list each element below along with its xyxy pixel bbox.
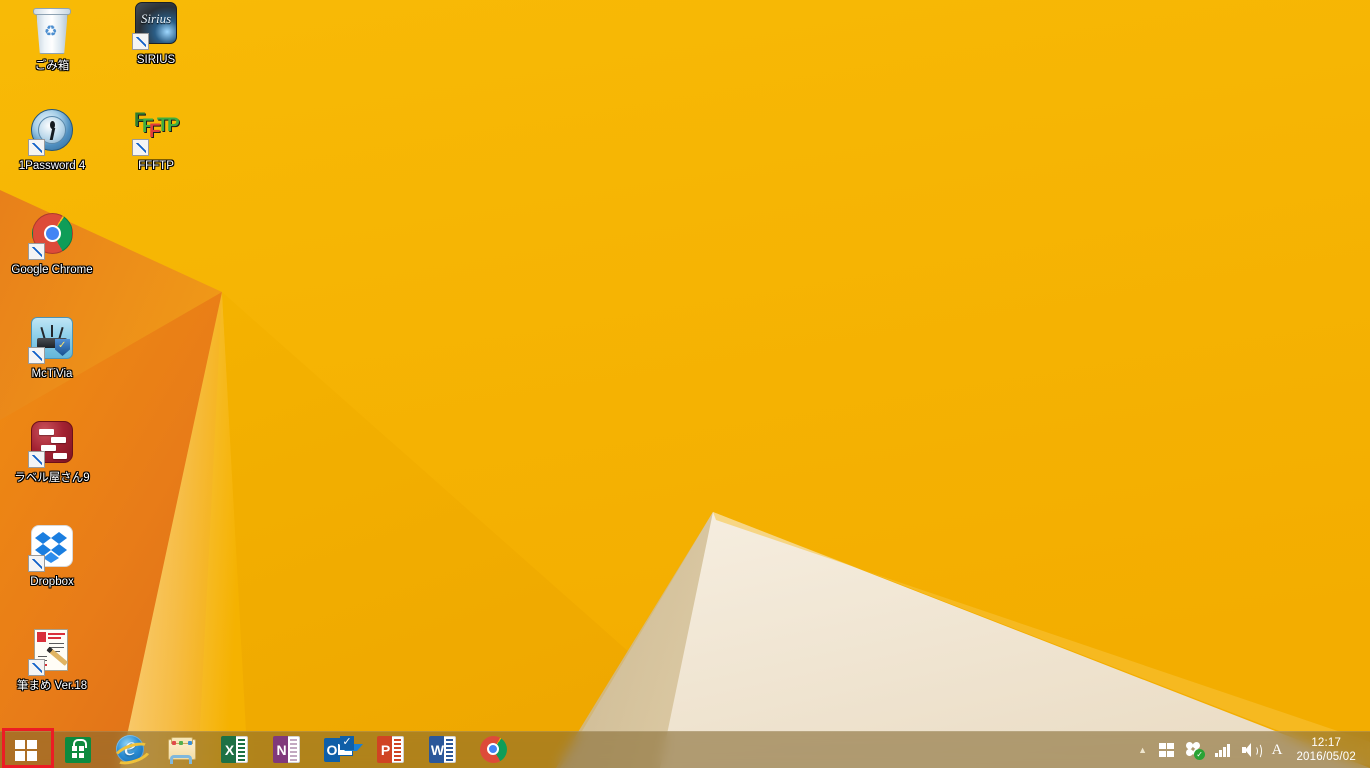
dropbox-icon — [28, 524, 76, 572]
chevron-up-icon: ▲ — [1138, 744, 1148, 755]
chrome-icon — [479, 735, 509, 765]
taskbar-item-google-chrome[interactable] — [468, 732, 520, 768]
taskbar-item-excel[interactable]: X — [208, 732, 260, 768]
shortcut-arrow-icon — [28, 555, 45, 572]
tray-item-volume[interactable] — [1236, 732, 1266, 768]
shortcut-arrow-icon — [28, 451, 45, 468]
ffftp-icon: F F F T P — [132, 108, 180, 156]
desktop-icon-label: 1Password 4 — [18, 160, 86, 172]
file-explorer-icon — [167, 735, 197, 765]
recycle-bin-icon: ♻ — [28, 8, 76, 56]
desktop-icon-sirius[interactable]: Sirius SIRIUS — [104, 2, 208, 67]
onenote-icon: N — [271, 735, 301, 765]
mctivia-icon — [28, 316, 76, 364]
taskbar[interactable]: X N — [0, 731, 1370, 768]
shortcut-arrow-icon — [28, 347, 45, 364]
fudemame-icon — [28, 628, 76, 676]
chrome-icon — [28, 212, 76, 260]
speaker-icon — [1241, 743, 1262, 759]
dropbox-sync-ok-icon: ✓ — [1184, 740, 1206, 760]
show-hidden-icons-button[interactable]: ▲ — [1132, 732, 1153, 768]
shortcut-arrow-icon — [132, 139, 149, 156]
shortcut-arrow-icon — [28, 139, 45, 156]
desktop-icon-recycle-bin[interactable]: ♻ ごみ箱 — [0, 8, 104, 73]
excel-icon: X — [219, 735, 249, 765]
desktop-icon-label: SIRIUS — [136, 54, 176, 66]
taskbar-item-store[interactable] — [52, 732, 104, 768]
taskbar-item-powerpoint[interactable]: P — [364, 732, 416, 768]
desktop-icon-1password-4[interactable]: 1Password 4 — [0, 108, 104, 173]
desktop[interactable]: ♻ ごみ箱 Sirius SIRIUS 1Password 4 F F F T … — [0, 0, 1370, 768]
start-button[interactable] — [0, 732, 52, 768]
desktop-icon-mctivia[interactable]: McTiVia — [0, 316, 104, 381]
desktop-icon-label: 筆まめ Ver.18 — [16, 680, 88, 692]
tray-item-ime[interactable]: A — [1266, 732, 1289, 768]
taskbar-pinned-area: X N — [0, 731, 520, 768]
taskbar-item-word[interactable]: W — [416, 732, 468, 768]
shortcut-arrow-icon — [28, 243, 45, 260]
taskbar-item-internet-explorer[interactable] — [104, 731, 156, 768]
desktop-icon-label: McTiVia — [31, 368, 73, 380]
shortcut-arrow-icon — [28, 659, 45, 676]
internet-explorer-icon — [111, 731, 154, 768]
desktop-icon-dropbox[interactable]: Dropbox — [0, 524, 104, 589]
taskbar-item-file-explorer[interactable] — [156, 732, 208, 768]
system-tray: ▲ ✓ A 12:17 2016/05/02 — [1132, 732, 1370, 768]
word-icon: W — [427, 735, 457, 765]
clock-time: 12:17 — [1311, 737, 1342, 749]
desktop-icon-fudemame[interactable]: 筆まめ Ver.18 — [0, 628, 104, 693]
outlook-icon: O ✓ — [323, 735, 363, 765]
desktop-icon-label: Dropbox — [30, 576, 74, 588]
clock-date: 2016/05/02 — [1296, 751, 1356, 763]
desktop-icon-google-chrome[interactable]: Google Chrome — [0, 212, 104, 277]
tray-item-action-center[interactable] — [1153, 732, 1180, 768]
desktop-icon-label: Google Chrome — [11, 264, 93, 276]
windows-flag-icon — [1159, 743, 1175, 757]
desktop-icon-label-maker[interactable]: ラベル屋さん9 — [0, 420, 104, 485]
taskbar-item-outlook[interactable]: O ✓ — [312, 732, 364, 768]
ime-mode-icon: A — [1271, 741, 1283, 758]
desktop-icon-grid: ♻ ごみ箱 Sirius SIRIUS 1Password 4 F F F T … — [0, 0, 1370, 720]
store-bag-icon — [63, 735, 93, 765]
windows-flag-icon — [15, 739, 37, 761]
label-maker-icon — [28, 420, 76, 468]
shortcut-arrow-icon — [132, 33, 149, 50]
sync-complete-badge: ✓ — [1194, 749, 1206, 760]
tray-item-dropbox[interactable]: ✓ — [1180, 732, 1209, 768]
desktop-icon-label: FFFTP — [138, 160, 174, 172]
signal-bars-icon — [1215, 743, 1230, 757]
tray-item-network[interactable] — [1209, 732, 1236, 768]
powerpoint-icon: P — [375, 735, 405, 765]
sirius-icon: Sirius — [132, 2, 180, 50]
desktop-icon-label: ラベル屋さん9 — [14, 472, 90, 484]
desktop-icon-label: ごみ箱 — [34, 60, 70, 72]
1password-icon — [28, 108, 76, 156]
taskbar-item-onenote[interactable]: N — [260, 732, 312, 768]
taskbar-clock[interactable]: 12:17 2016/05/02 — [1288, 736, 1366, 764]
desktop-icon-ffftp[interactable]: F F F T P FFFTP — [104, 108, 208, 173]
